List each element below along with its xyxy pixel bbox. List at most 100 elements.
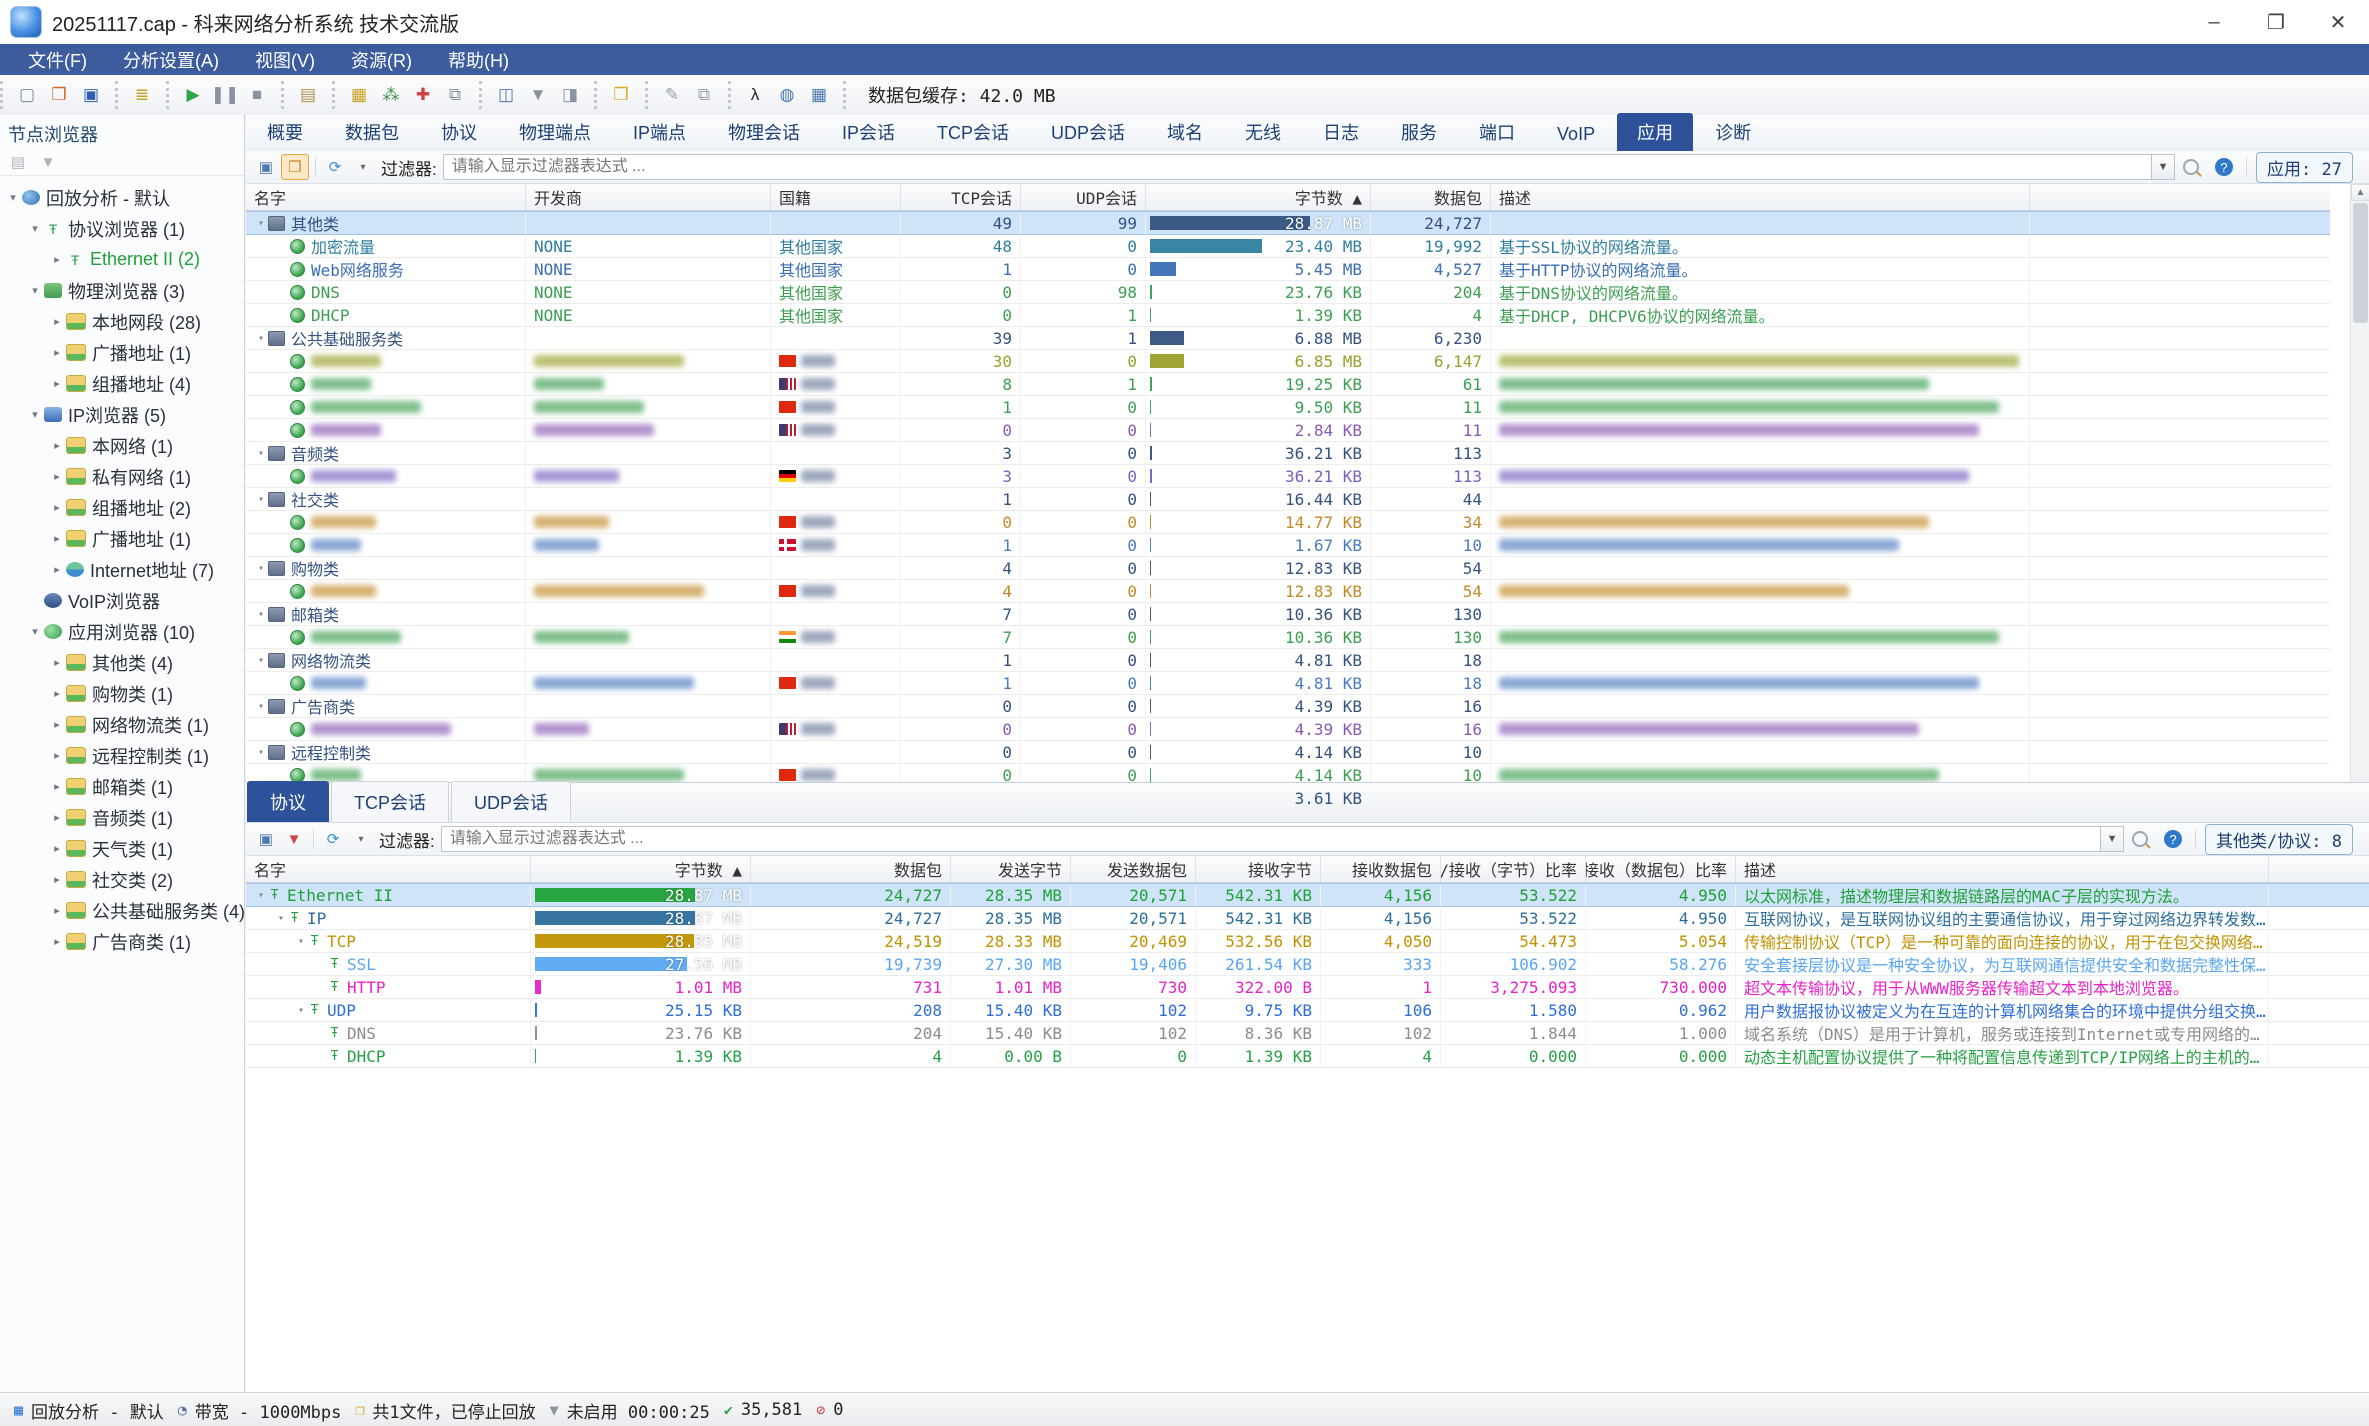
- tab-应用[interactable]: 应用: [1617, 113, 1693, 151]
- protocol-expander-icon[interactable]: ▾: [294, 1005, 308, 1016]
- protocol-row[interactable]: ▾ŦIP28.87 MB24,72728.35 MB20,571542.31 K…: [246, 907, 2369, 930]
- menu-item-分析设置(A)[interactable]: 分析设置(A): [105, 44, 237, 75]
- tab-物理端点[interactable]: 物理端点: [499, 113, 611, 151]
- tab-TCP会话[interactable]: TCP会话: [917, 113, 1029, 151]
- open-file-icon[interactable]: ❒: [44, 81, 74, 109]
- scroll-up-icon[interactable]: ▲: [2351, 184, 2369, 201]
- group-expander-icon[interactable]: ▾: [254, 218, 268, 229]
- tree-expander-icon[interactable]: ▾: [6, 191, 20, 204]
- table-row[interactable]: DHCPNONE其他国家011.39 KB4基于DHCP, DHCPV6协议的网…: [246, 304, 2330, 327]
- table-row[interactable]: 0014.77 KB34: [246, 511, 2330, 534]
- group-expander-icon[interactable]: ▾: [254, 747, 268, 758]
- menu-item-帮助(H)[interactable]: 帮助(H): [430, 44, 527, 75]
- tree-item[interactable]: ▸本网络 (1): [0, 430, 244, 461]
- new-file-icon[interactable]: ▢: [12, 81, 42, 109]
- tree-expander-icon[interactable]: ▸: [50, 439, 64, 452]
- tab-数据包[interactable]: 数据包: [325, 113, 419, 151]
- menu-item-文件(F)[interactable]: 文件(F): [10, 44, 105, 75]
- tree-expander-icon[interactable]: ▸: [50, 315, 64, 328]
- tree-item[interactable]: ▾回放分析 - 默认: [0, 182, 244, 213]
- adapter-icon[interactable]: ◨: [555, 81, 585, 109]
- start-icon[interactable]: ▶: [178, 81, 208, 109]
- group-expander-icon[interactable]: ▾: [254, 494, 268, 505]
- protocol-row[interactable]: ▾ŦUDP25.15 KB20815.40 KB1029.75 KB1061.5…: [246, 999, 2369, 1022]
- filter-icon[interactable]: ▼: [523, 81, 553, 109]
- buffer-icon[interactable]: ◫: [491, 81, 521, 109]
- tree-expander-icon[interactable]: ▸: [50, 811, 64, 824]
- close-button[interactable]: ✕: [2307, 0, 2369, 44]
- tab-VoIP[interactable]: VoIP: [1537, 118, 1615, 151]
- make-graph-icon[interactable]: ❒: [281, 154, 309, 180]
- sidebar-book-icon[interactable]: ▤: [8, 153, 28, 171]
- table-row[interactable]: ▾邮箱类7010.36 KB130: [246, 603, 2330, 626]
- help-icon[interactable]: ?: [2215, 158, 2233, 176]
- node-icon[interactable]: ⧉: [440, 81, 470, 109]
- tab-物理会话[interactable]: 物理会话: [708, 113, 820, 151]
- tree-item[interactable]: ▸组播地址 (2): [0, 492, 244, 523]
- table-row[interactable]: 8119.25 KB61: [246, 373, 2330, 396]
- group-expander-icon[interactable]: ▾: [254, 655, 268, 666]
- tree-item[interactable]: ▾IP浏览器 (5): [0, 399, 244, 430]
- tree-item[interactable]: ▸天气类 (1): [0, 833, 244, 864]
- table-row[interactable]: ▾社交类1016.44 KB44: [246, 488, 2330, 511]
- tree-expander-icon[interactable]: ▸: [50, 749, 64, 762]
- tree-expander-icon[interactable]: ▸: [50, 842, 64, 855]
- stop-icon[interactable]: ■: [242, 81, 272, 109]
- log-icon[interactable]: ▤: [293, 81, 323, 109]
- column-header-数据包[interactable]: 数据包: [751, 856, 951, 882]
- protocol-expander-icon[interactable]: ▾: [274, 913, 288, 924]
- filter-history-dropdown[interactable]: ▼: [2100, 826, 2124, 852]
- column-header-送/接收（字节）比率[interactable]: 送/接收（字节）比率: [1441, 856, 1586, 882]
- tab-域名[interactable]: 域名: [1147, 113, 1223, 151]
- tab-诊断[interactable]: 诊断: [1695, 113, 1771, 151]
- tree-expander-icon[interactable]: ▾: [28, 284, 42, 297]
- tree-expander-icon[interactable]: ▾: [28, 625, 42, 638]
- tree-expander-icon[interactable]: ▾: [28, 408, 42, 421]
- menu-item-视图(V)[interactable]: 视图(V): [237, 44, 333, 75]
- table-row[interactable]: 3006.85 MB6,147: [246, 350, 2330, 373]
- protocol-row[interactable]: ŦSSL27.56 MB19,73927.30 MB19,406261.54 K…: [246, 953, 2369, 976]
- group-expander-icon[interactable]: ▾: [254, 701, 268, 712]
- table-row[interactable]: ▾公共基础服务类3916.88 MB6,230: [246, 327, 2330, 350]
- refresh-dropdown-icon[interactable]: ▾: [348, 827, 374, 851]
- save-icon[interactable]: ▣: [76, 81, 106, 109]
- matrix-icon[interactable]: ⁂: [376, 81, 406, 109]
- tree-item[interactable]: ▸购物类 (1): [0, 678, 244, 709]
- group-expander-icon[interactable]: ▾: [254, 333, 268, 344]
- tree-expander-icon[interactable]: ▸: [50, 532, 64, 545]
- export-icon[interactable]: ≣: [127, 81, 157, 109]
- restore-button[interactable]: ❐: [2245, 0, 2307, 44]
- tab-IP会话[interactable]: IP会话: [822, 113, 915, 151]
- protocol-row[interactable]: ▾ŦEthernet II28.87 MB24,72728.35 MB20,57…: [246, 883, 2369, 907]
- column-header-数据包[interactable]: 数据包: [1371, 184, 1491, 210]
- search-icon[interactable]: [2132, 831, 2148, 847]
- protocol-row[interactable]: ŦDHCP1.39 KB40.00 B01.39 KB40.0000.000动态…: [246, 1045, 2369, 1068]
- column-header-字节数[interactable]: 字节数 ▲: [1146, 184, 1371, 210]
- protocol-row[interactable]: ▾ŦTCP28.85 MB24,51928.33 MB20,469532.56 …: [246, 930, 2369, 953]
- export-icon[interactable]: ▣: [253, 827, 279, 851]
- column-header-发送数据包[interactable]: 发送数据包: [1071, 856, 1196, 882]
- column-header-国籍[interactable]: 国籍: [771, 184, 901, 210]
- tree-item[interactable]: ▸广播地址 (1): [0, 523, 244, 554]
- folder-import-icon[interactable]: ❒: [606, 81, 636, 109]
- table-vscrollbar[interactable]: ▲ ▼: [2350, 184, 2369, 850]
- table-row[interactable]: DNSNONE其他国家09823.76 KB204基于DNS协议的网络流量。: [246, 281, 2330, 304]
- table-row[interactable]: Web网络服务NONE其他国家105.45 MB4,527基于HTTP协议的网络…: [246, 258, 2330, 281]
- tree-item[interactable]: ▸网络物流类 (1): [0, 709, 244, 740]
- bottom-tab-UDP会话[interactable]: UDP会话: [451, 781, 571, 822]
- protocol-expander-icon[interactable]: ▾: [254, 890, 268, 901]
- tree-item[interactable]: ▸ŦEthernet II (2): [0, 244, 244, 275]
- tab-协议[interactable]: 协议: [421, 113, 497, 151]
- help-icon[interactable]: ?: [2164, 830, 2182, 848]
- tree-expander-icon[interactable]: ▸: [50, 501, 64, 514]
- pause-icon[interactable]: ❚❚: [210, 81, 240, 109]
- analysis-settings-icon[interactable]: ▦: [344, 81, 374, 109]
- tab-IP端点[interactable]: IP端点: [613, 113, 706, 151]
- tree-item[interactable]: ▸广告商类 (1): [0, 926, 244, 957]
- table-row[interactable]: ▾网络物流类104.81 KB18: [246, 649, 2330, 672]
- tree-expander-icon[interactable]: ▸: [50, 563, 64, 576]
- column-header-描述[interactable]: 描述: [1491, 184, 2030, 210]
- tree-expander-icon[interactable]: ▸: [50, 718, 64, 731]
- tab-概要[interactable]: 概要: [247, 113, 323, 151]
- tree-item[interactable]: ▸邮箱类 (1): [0, 771, 244, 802]
